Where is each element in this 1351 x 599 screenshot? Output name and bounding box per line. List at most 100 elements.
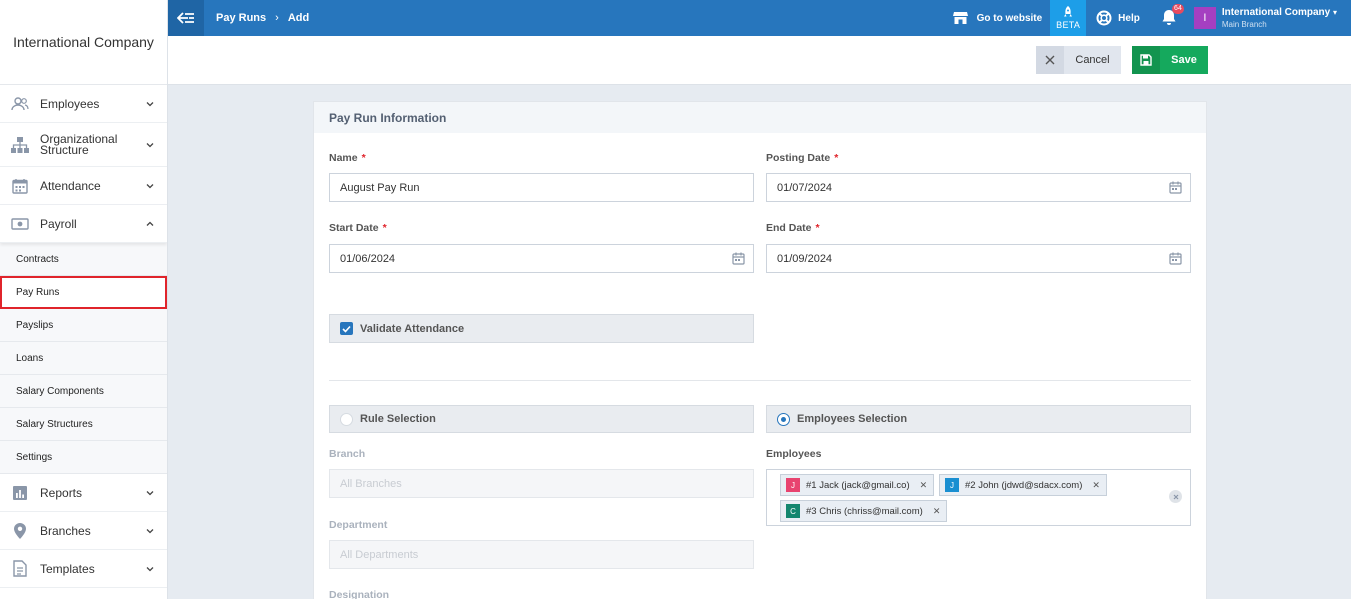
- remove-tag-icon[interactable]: ✕: [933, 506, 941, 517]
- sidebar-item-attendance[interactable]: Attendance: [0, 167, 167, 205]
- employees-multiselect[interactable]: J #1 Jack (jack@gmail.co) ✕ J #2 John (j…: [766, 469, 1191, 526]
- topbar-right: Go to website BETA Help 64 I Internation…: [952, 0, 1351, 36]
- sidebar-item-label: Templates: [40, 561, 95, 576]
- sidebar-item-label: Payroll: [40, 216, 77, 231]
- sidebar: International Company Employees Organiza…: [0, 0, 168, 599]
- employee-tag: J #1 Jack (jack@gmail.co) ✕: [780, 474, 935, 496]
- sidebar-subitem-payslips[interactable]: Payslips: [0, 309, 167, 342]
- employee-avatar: C: [786, 504, 800, 518]
- start-date-label-text: Start Date: [329, 222, 379, 234]
- brand-name: International Company: [0, 0, 167, 85]
- checkmark-icon: [340, 322, 353, 335]
- chevron-down-icon: [146, 566, 154, 571]
- cancel-button[interactable]: Cancel: [1036, 46, 1121, 74]
- sidebar-item-label: Organizational Structure: [40, 131, 118, 157]
- sidebar-item-templates[interactable]: Templates: [0, 550, 167, 588]
- topbar: Pay Runs › Add Go to website BETA Help 6…: [168, 0, 1351, 36]
- cancel-label: Cancel: [1075, 54, 1110, 66]
- save-button[interactable]: Save: [1132, 46, 1208, 74]
- store-icon: [952, 12, 968, 24]
- remove-tag-icon[interactable]: ✕: [920, 480, 928, 491]
- action-bar: Cancel Save: [168, 36, 1351, 85]
- required-asterisk: *: [382, 222, 387, 234]
- employee-tag-label: #1 Jack (jack@gmail.co): [806, 479, 910, 491]
- start-date-label: Start Date *: [329, 222, 387, 234]
- close-icon: [1036, 46, 1064, 74]
- notifications-button[interactable]: 64: [1160, 4, 1184, 28]
- money-icon: [10, 214, 30, 234]
- sidebar-item-organizational-structure[interactable]: Organizational Structure: [0, 123, 167, 167]
- rule-selection-radio[interactable]: Rule Selection: [329, 405, 754, 433]
- help-link[interactable]: Help: [1096, 10, 1140, 26]
- floppy-disk-icon: [1132, 46, 1160, 74]
- sidebar-subitem-settings[interactable]: Settings: [0, 441, 167, 474]
- radio-checked-icon: [777, 412, 790, 426]
- validate-attendance-label: Validate Attendance: [360, 322, 465, 335]
- posting-date-label: Posting Date *: [766, 152, 838, 164]
- posting-date-input[interactable]: 01/07/2024: [766, 173, 1191, 202]
- breadcrumb-separator: ›: [275, 12, 279, 24]
- sidebar-item-label: Employees: [40, 96, 100, 111]
- remove-tag-icon[interactable]: ✕: [1092, 480, 1100, 491]
- employee-tag-label: #2 John (jdwd@sdacx.com): [965, 479, 1083, 491]
- clear-all-icon[interactable]: [1169, 490, 1182, 503]
- start-date-input[interactable]: 01/06/2024: [329, 244, 754, 273]
- validate-attendance-checkbox[interactable]: Validate Attendance: [329, 314, 754, 343]
- account-name: International Company ▾: [1222, 7, 1337, 19]
- calendar-icon[interactable]: [1169, 181, 1182, 194]
- employees-selection-radio[interactable]: Employees Selection: [766, 405, 1191, 433]
- posting-date-label-text: Posting Date: [766, 152, 831, 164]
- pay-run-form-card: Pay Run Information Name * August Pay Run…: [313, 101, 1207, 599]
- calendar-icon: [10, 176, 30, 196]
- account-menu[interactable]: I International Company ▾ Main Branch: [1193, 7, 1337, 30]
- radio-unchecked-icon: [340, 412, 353, 426]
- sidebar-subitem-salary-components[interactable]: Salary Components: [0, 375, 167, 408]
- branch-select: All Branches: [329, 469, 754, 498]
- end-date-value: 01/09/2024: [777, 252, 833, 265]
- arrow-left-icon: [177, 12, 194, 24]
- branch-label: Branch: [329, 448, 366, 460]
- required-asterisk: *: [361, 152, 366, 164]
- notifications-badge: 64: [1172, 4, 1184, 14]
- go-to-website-link[interactable]: Go to website: [952, 11, 1043, 25]
- sidebar-item-reports[interactable]: Reports: [0, 474, 167, 512]
- breadcrumb-add: Add: [287, 12, 310, 24]
- beta-label: BETA: [1056, 20, 1081, 30]
- end-date-input[interactable]: 01/09/2024: [766, 244, 1191, 273]
- employees-selection-label: Employees Selection: [797, 413, 908, 425]
- sidebar-item-employees[interactable]: Employees: [0, 85, 167, 123]
- save-label: Save: [1171, 54, 1197, 66]
- employee-avatar: J: [945, 478, 959, 492]
- sidebar-item-branches[interactable]: Branches: [0, 512, 167, 550]
- sidebar-item-label: Reports: [40, 485, 83, 500]
- go-to-website-label: Go to website: [976, 12, 1043, 24]
- start-date-value: 01/06/2024: [340, 252, 396, 265]
- org-chart-icon: [10, 135, 30, 155]
- calendar-icon[interactable]: [1169, 252, 1182, 265]
- beta-button[interactable]: BETA: [1050, 0, 1087, 36]
- calendar-icon[interactable]: [732, 252, 745, 265]
- employee-avatar: J: [786, 478, 800, 492]
- posting-date-value: 01/07/2024: [777, 181, 833, 194]
- name-label: Name *: [329, 152, 366, 164]
- sidebar-subitem-pay-runs[interactable]: Pay Runs: [0, 276, 167, 309]
- location-pin-icon: [10, 521, 30, 541]
- name-input[interactable]: August Pay Run: [329, 173, 754, 202]
- chevron-down-icon: [146, 490, 154, 495]
- chevron-down-icon: [146, 101, 154, 106]
- sidebar-subitem-salary-structures[interactable]: Salary Structures: [0, 408, 167, 441]
- department-label: Department: [329, 519, 388, 531]
- sidebar-subitem-contracts[interactable]: Contracts: [0, 243, 167, 276]
- breadcrumb-pay-runs[interactable]: Pay Runs: [216, 12, 266, 24]
- back-button[interactable]: [168, 0, 204, 36]
- sidebar-item-label: Attendance: [40, 178, 101, 193]
- bar-chart-icon: [10, 483, 30, 503]
- sidebar-item-payroll[interactable]: Payroll: [0, 205, 167, 243]
- department-select: All Departments: [329, 540, 754, 569]
- sidebar-subitem-loans[interactable]: Loans: [0, 342, 167, 375]
- rule-selection-label: Rule Selection: [360, 413, 436, 425]
- required-asterisk: *: [834, 152, 839, 164]
- end-date-label-text: End Date: [766, 222, 812, 234]
- sidebar-item-label: Branches: [40, 523, 91, 538]
- help-label: Help: [1118, 12, 1140, 24]
